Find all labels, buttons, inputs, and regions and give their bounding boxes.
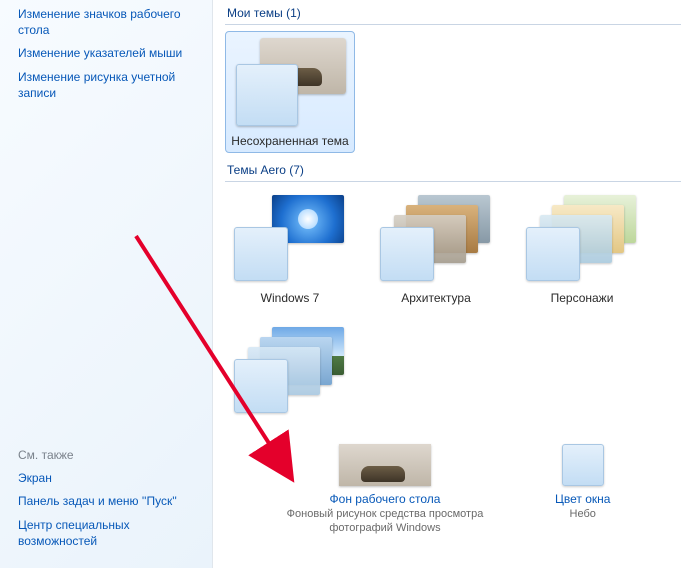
window-color-thumb (236, 64, 298, 126)
desktop-background-sub: Фоновый рисунок средства просмотра фотог… (275, 508, 495, 536)
link-change-account-picture[interactable]: Изменение рисунка учетной записи (18, 69, 202, 101)
window-color-thumb (380, 227, 434, 281)
window-color-thumb (526, 227, 580, 281)
link-ease-of-access[interactable]: Центр специальных возможностей (18, 517, 200, 549)
window-color-link[interactable]: Цвет окна Небо (555, 444, 610, 536)
link-change-mouse-pointers[interactable]: Изменение указателей мыши (18, 45, 202, 61)
theme-thumbnail (234, 195, 346, 287)
see-also-title: См. также (18, 448, 200, 462)
group-header-my-themes[interactable]: Мои темы (1) (225, 0, 681, 25)
desktop-background-link[interactable]: Фон рабочего стола Фоновый рисунок средс… (275, 444, 495, 536)
desktop-background-label: Фон рабочего стола (330, 492, 441, 506)
theme-thumbnail (380, 195, 492, 287)
main-content: Мои темы (1) Несохраненная тема Темы Aer… (213, 0, 681, 568)
group-body-my-themes: Несохраненная тема (225, 25, 681, 157)
theme-windows7[interactable]: Windows 7 (225, 188, 355, 310)
link-taskbar-start-menu[interactable]: Панель задач и меню ''Пуск'' (18, 493, 200, 509)
theme-thumbnail (234, 327, 346, 419)
theme-architecture[interactable]: Архитектура (371, 188, 501, 310)
see-also-section: См. также Экран Панель задач и меню ''Пу… (18, 448, 200, 556)
theme-label: Несохраненная тема (231, 134, 348, 148)
theme-thumbnail (526, 195, 638, 287)
window-color-thumb (562, 444, 604, 486)
desktop-background-thumb (339, 444, 431, 486)
theme-label: Windows 7 (261, 291, 320, 305)
window-color-thumb (234, 227, 288, 281)
link-display[interactable]: Экран (18, 470, 200, 486)
theme-thumbnail (234, 38, 346, 130)
theme-label: Архитектура (401, 291, 471, 305)
window-color-thumb (234, 359, 288, 413)
group-body-aero: Windows 7 Архитектура Персонажи (225, 182, 681, 432)
theme-unsaved[interactable]: Несохраненная тема (225, 31, 355, 153)
theme-landscapes[interactable] (225, 320, 355, 428)
group-header-aero[interactable]: Темы Aero (7) (225, 157, 681, 182)
window-color-label: Цвет окна (555, 492, 610, 506)
theme-label: Персонажи (551, 291, 614, 305)
sidebar: Изменение значков рабочего стола Изменен… (0, 0, 213, 568)
link-change-desktop-icons[interactable]: Изменение значков рабочего стола (18, 6, 202, 38)
theme-characters[interactable]: Персонажи (517, 188, 647, 310)
bottom-actions: Фон рабочего стола Фоновый рисунок средс… (225, 444, 681, 536)
window-color-sub: Небо (570, 508, 596, 522)
